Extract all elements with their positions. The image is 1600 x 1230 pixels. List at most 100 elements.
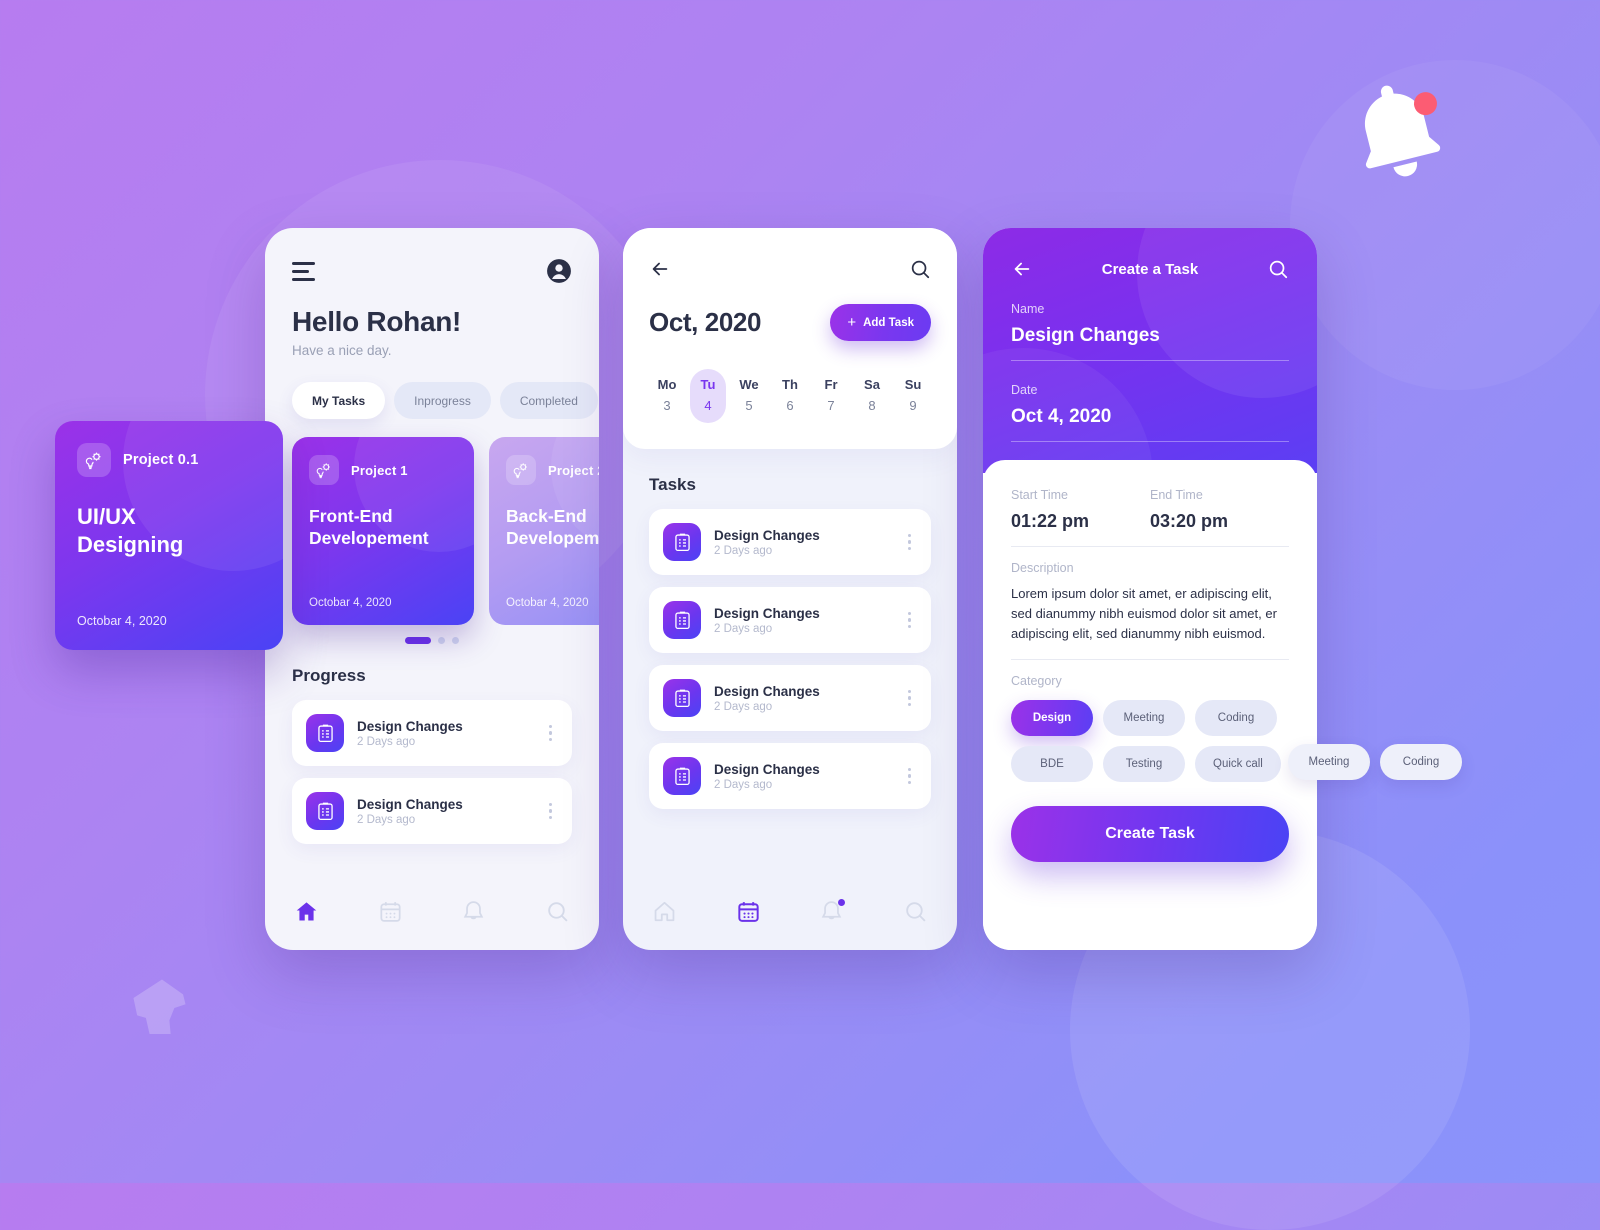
project-title-line2: Developement [309,528,429,549]
project-label: Project 0.1 [123,452,199,468]
project-title-line2: Developement [506,528,599,549]
create-task-sheet: Start Time 01:22 pm End Time 03:20 pm De… [983,460,1317,950]
carousel-dot[interactable] [452,637,459,644]
nav-search-icon[interactable] [545,899,570,924]
weekday-name: Fr [824,377,838,392]
search-icon[interactable] [909,258,931,280]
arrow-left-icon[interactable] [1011,258,1033,280]
task-more-options-icon[interactable] [902,764,918,789]
background-circle-decor [1290,60,1600,390]
project-title-line1: Front-End [309,506,393,526]
field-divider [1011,546,1289,547]
task-text: Design Changes 2 Days ago [714,606,902,635]
project-title: Back-End Developement [506,505,599,549]
idea-bulb-gear-icon [309,455,339,485]
nav-calendar-icon[interactable] [378,899,403,924]
task-time: 2 Days ago [714,700,773,713]
task-row[interactable]: Design Changes 2 Days ago [649,509,931,575]
description-field[interactable]: Description Lorem ipsum dolor sit amet, … [1011,561,1289,643]
weekday-tu[interactable]: Tu 4 [690,369,726,423]
tab-inprogress[interactable]: Inprogress [394,382,491,419]
task-text: Design Changes 2 Days ago [714,528,902,557]
carousel-pagination [265,637,599,644]
nav-bell-icon[interactable] [819,898,846,924]
nav-home-icon[interactable] [294,899,319,924]
progress-task-list: Design Changes 2 Days ago Design Changes… [265,686,599,844]
start-time-label: Start Time [1011,488,1068,502]
create-task-screen: Create a Task Name Design Changes Date O… [983,228,1317,950]
end-time-label: End Time [1150,488,1203,502]
task-text: Design Changes 2 Days ago [357,797,543,826]
weekday-name: Sa [864,377,880,392]
task-row[interactable]: Design Changes 2 Days ago [292,778,572,844]
calendar-month-row: Oct, 2020 + Add Task [649,304,931,341]
task-more-options-icon[interactable] [902,530,918,555]
weekday-mo[interactable]: Mo 3 [649,369,685,423]
task-name: Design Changes [714,527,820,543]
category-chip-meeting-overflow[interactable]: Meeting [1288,744,1370,780]
project-date: Octobar 4, 2020 [506,597,589,609]
nav-bell-icon[interactable] [461,899,486,924]
calendar-header: Oct, 2020 + Add Task Mo 3 Tu 4 We 5 Th 6 [623,228,957,449]
task-name-field[interactable]: Name Design Changes [1011,302,1289,361]
project-card[interactable]: Project 1 Front-End Developement Octobar… [292,437,474,625]
category-chip-meeting[interactable]: Meeting [1103,700,1185,737]
task-date-field[interactable]: Date Oct 4, 2020 [1011,383,1289,442]
task-more-options-icon[interactable] [902,686,918,711]
search-icon[interactable] [1267,258,1289,280]
weekday-th[interactable]: Th 6 [772,369,808,423]
arrow-left-icon[interactable] [649,258,671,280]
task-more-options-icon[interactable] [543,721,559,746]
weekday-strip: Mo 3 Tu 4 We 5 Th 6 Fr 7 Sa 8 Su 9 [649,369,931,423]
project-title-line1: UI/UX [77,504,136,529]
task-name-label: Name [1011,302,1045,316]
category-chip-coding-overflow[interactable]: Coding [1380,744,1462,780]
task-row[interactable]: Design Changes 2 Days ago [649,587,931,653]
tab-my-tasks[interactable]: My Tasks [292,382,386,419]
end-time-field[interactable]: End Time 03:20 pm [1150,488,1289,532]
task-text: Design Changes 2 Days ago [714,762,902,791]
weekday-fr[interactable]: Fr 7 [813,369,849,423]
category-chip-bde[interactable]: BDE [1011,746,1093,783]
weekday-we[interactable]: We 5 [731,369,767,423]
add-task-button[interactable]: + Add Task [830,304,931,341]
tab-completed[interactable]: Completed [499,382,598,419]
weekday-su[interactable]: Su 9 [895,369,931,423]
project-card-header: Project 1 [309,455,457,485]
task-row[interactable]: Design Changes 2 Days ago [292,700,572,766]
tasks-section-title: Tasks [649,475,696,494]
task-more-options-icon[interactable] [543,799,559,824]
calendar-task-list: Design Changes 2 Days ago Design Changes… [623,495,957,809]
task-row[interactable]: Design Changes 2 Days ago [649,665,931,731]
project-title-line1: Back-End [506,506,587,526]
add-task-label: Add Task [863,316,914,329]
field-underline [1011,360,1289,361]
create-task-button[interactable]: Create Task [1011,806,1289,863]
category-chip-coding[interactable]: Coding [1195,700,1277,737]
nav-search-icon[interactable] [903,899,928,924]
clipboard-checklist-icon [306,792,344,830]
idea-bulb-gear-icon [77,443,111,477]
weekday-sa[interactable]: Sa 8 [854,369,890,423]
project-card[interactable]: Project 2 Back-End Developement Octobar … [489,437,599,625]
weekday-name: Th [782,377,798,392]
carousel-dot[interactable] [438,637,445,644]
floating-project-card[interactable]: Project 0.1 UI/UX Designing Octobar 4, 2… [55,421,283,650]
task-date-label: Date [1011,383,1038,397]
project-title: UI/UX Designing [77,503,261,558]
nav-calendar-icon[interactable] [736,899,761,924]
home-screen: Hello Rohan! Have a nice day. My Tasks I… [265,228,599,950]
category-chip-testing[interactable]: Testing [1103,746,1185,783]
category-chip-design[interactable]: Design [1011,700,1093,737]
hamburger-menu-icon[interactable] [292,261,315,281]
category-field: Category Design Meeting Coding BDE Testi… [1011,674,1289,783]
task-more-options-icon[interactable] [902,608,918,633]
task-row[interactable]: Design Changes 2 Days ago [649,743,931,809]
carousel-dot[interactable] [405,637,431,644]
user-avatar-icon[interactable] [546,258,572,284]
nav-home-icon[interactable] [652,899,677,924]
category-chip-quick-call[interactable]: Quick call [1195,746,1281,783]
greeting-block: Hello Rohan! Have a nice day. [265,284,599,358]
clipboard-checklist-icon [663,679,701,717]
start-time-field[interactable]: Start Time 01:22 pm [1011,488,1150,532]
